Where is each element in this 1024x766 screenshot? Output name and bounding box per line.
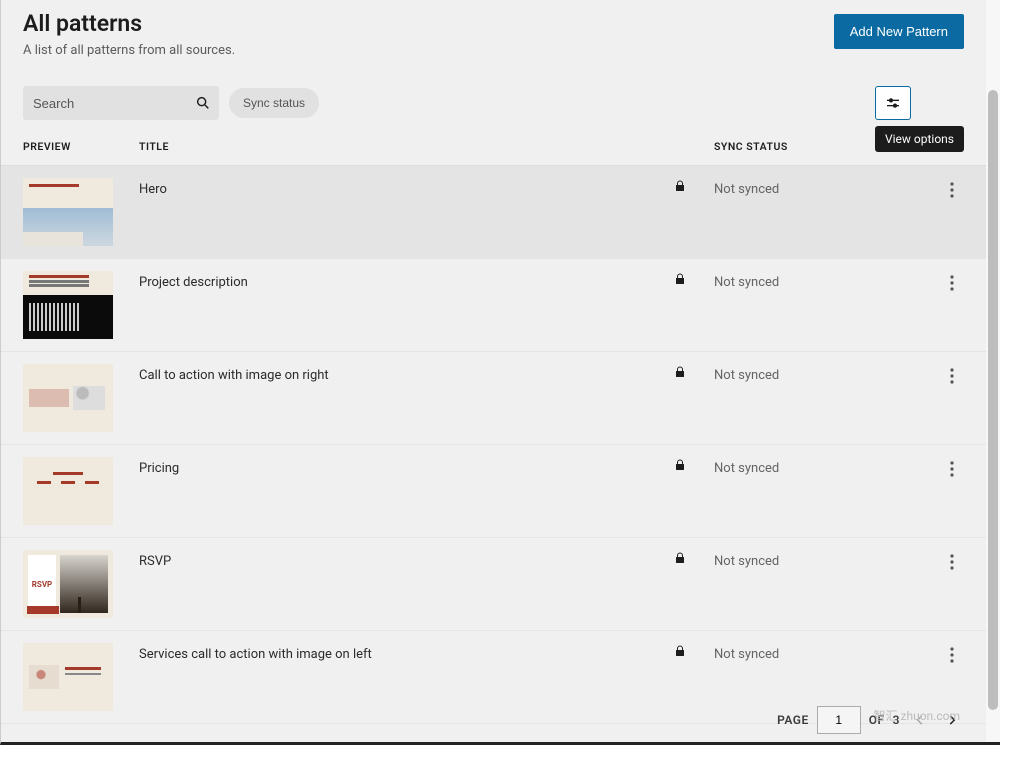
pattern-title[interactable]: RSVP [139,552,171,569]
pattern-preview-thumb[interactable]: RSVP [23,550,113,618]
pagination: PAGE OF 3 [777,706,964,734]
row-actions-button[interactable] [940,364,964,388]
add-new-pattern-button[interactable]: Add New Pattern [834,14,964,49]
sync-status-text: Not synced [714,366,779,383]
pattern-preview-thumb[interactable] [23,643,113,711]
pagination-page-input[interactable] [817,706,861,734]
pagination-prev-button[interactable] [908,708,932,732]
sync-status-text: Not synced [714,180,779,197]
lock-icon [674,271,686,290]
pattern-title[interactable]: Project description [139,273,248,290]
row-actions-button[interactable] [940,271,964,295]
pagination-of-label: OF [869,713,885,727]
row-actions-button[interactable] [940,643,964,667]
pagination-next-button[interactable] [940,708,964,732]
pagination-total: 3 [893,713,900,727]
search-field-wrap [23,86,219,120]
search-icon [195,95,211,111]
pattern-title[interactable]: Pricing [139,459,179,476]
table-row[interactable]: Project description Not synced [1,259,986,352]
lock-icon [674,364,686,383]
sync-status-filter-chip[interactable]: Sync status [229,88,319,118]
page-subtitle: A list of all patterns from all sources. [23,43,235,58]
table-header: PREVIEW TITLE SYNC STATUS ACTIONS [1,130,986,166]
pagination-page-label: PAGE [777,713,809,727]
column-header-title[interactable]: TITLE [139,140,674,153]
search-input[interactable] [23,86,219,120]
page-title: All patterns [23,10,235,37]
column-header-sync-status[interactable]: SYNC STATUS [714,140,894,153]
sliders-icon [885,95,901,111]
scrollbar-track [986,0,1000,742]
patterns-table: PREVIEW TITLE SYNC STATUS ACTIONS Hero No… [1,130,986,724]
chevron-left-icon [913,713,927,727]
column-header-preview[interactable]: PREVIEW [23,140,139,153]
view-options-button[interactable] [875,86,911,120]
sync-status-text: Not synced [714,645,779,662]
sync-status-text: Not synced [714,459,779,476]
scrollbar-thumb[interactable] [988,90,998,710]
pattern-title[interactable]: Hero [139,180,167,197]
row-actions-button[interactable] [940,550,964,574]
view-options-tooltip: View options [875,126,964,152]
sync-status-text: Not synced [714,552,779,569]
row-actions-button[interactable] [940,178,964,202]
pattern-title[interactable]: Call to action with image on right [139,366,329,383]
pattern-preview-thumb[interactable] [23,271,113,339]
table-row[interactable]: Call to action with image on right Not sy… [1,352,986,445]
lock-icon [674,178,686,197]
pattern-preview-thumb[interactable] [23,178,113,246]
row-actions-button[interactable] [940,457,964,481]
lock-icon [674,643,686,662]
pattern-preview-thumb[interactable] [23,457,113,525]
table-row[interactable]: RSVP RSVP Not synced [1,538,986,631]
table-row[interactable]: Hero Not synced [1,166,986,259]
pattern-title[interactable]: Services call to action with image on le… [139,645,372,662]
lock-icon [674,457,686,476]
pattern-preview-thumb[interactable] [23,364,113,432]
lock-icon [674,550,686,569]
chevron-right-icon [945,713,959,727]
table-row[interactable]: Pricing Not synced [1,445,986,538]
sync-status-text: Not synced [714,273,779,290]
